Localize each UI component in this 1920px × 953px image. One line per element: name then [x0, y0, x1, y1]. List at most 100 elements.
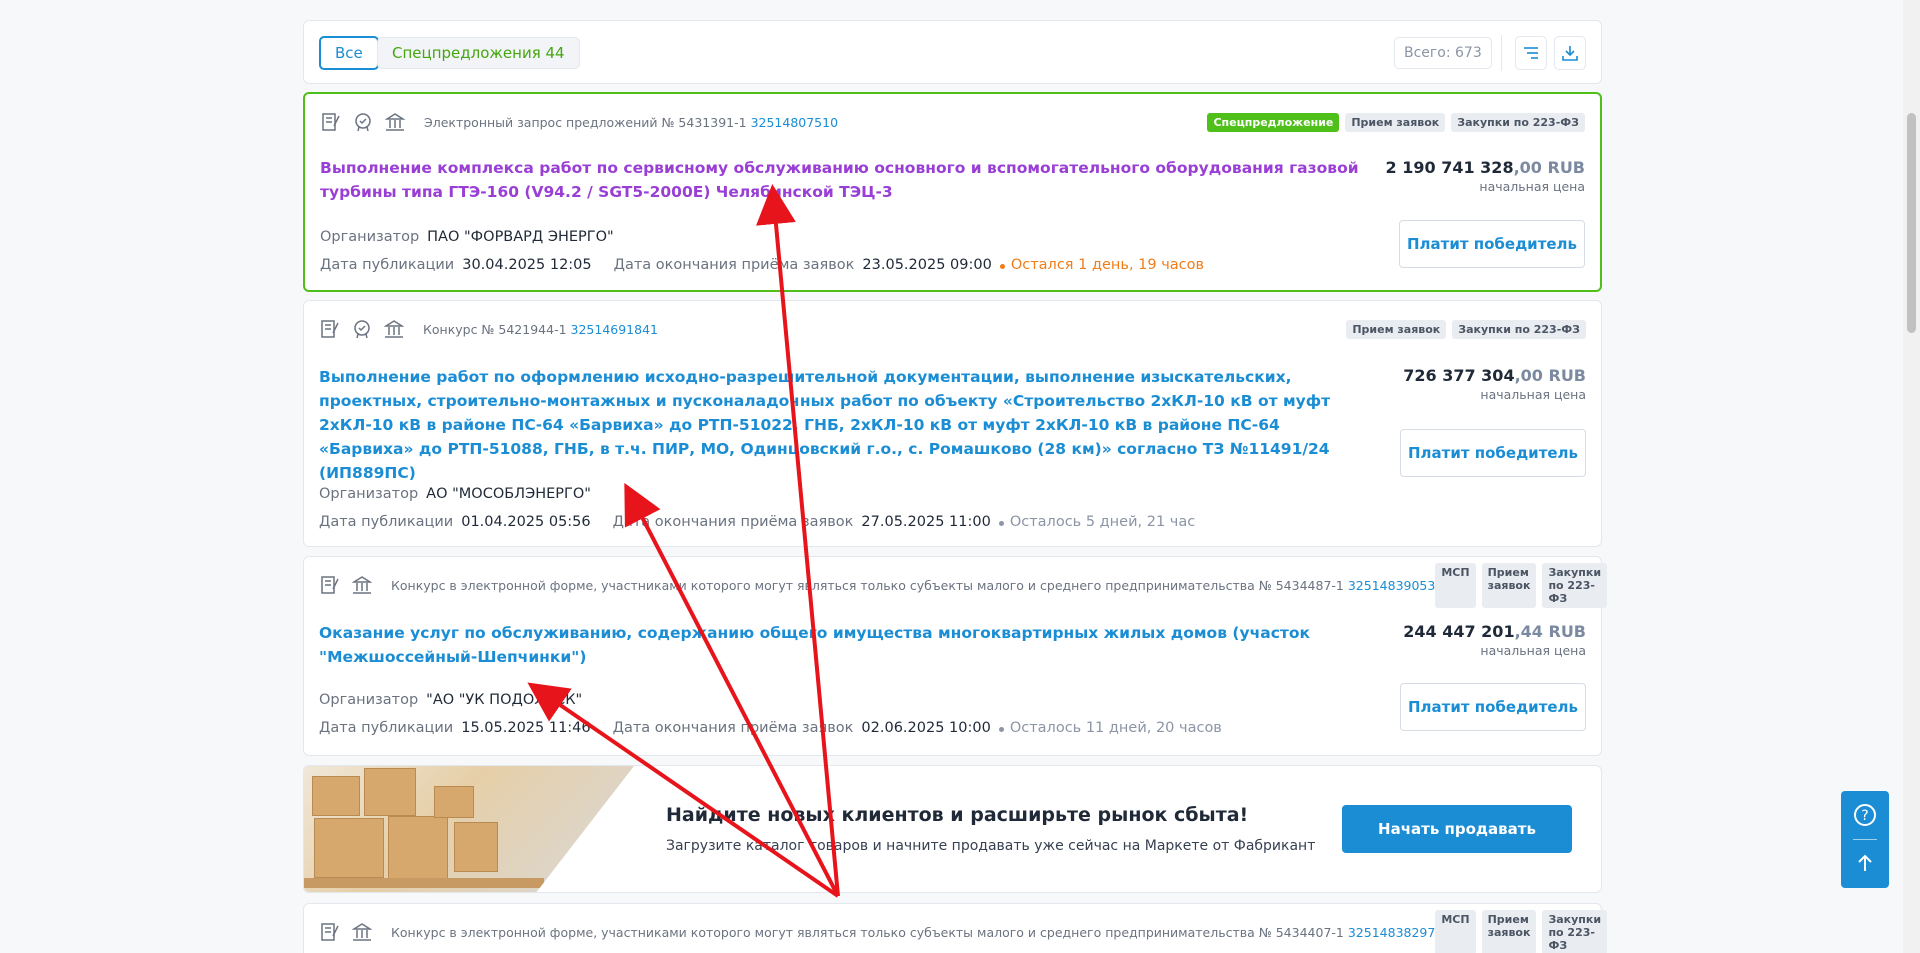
certificate-icon: [352, 111, 374, 133]
document-icon: [319, 574, 341, 596]
price-fraction: ,00 RUB: [1514, 366, 1586, 385]
registry-number-link[interactable]: 32514691841: [571, 322, 658, 337]
dates-line: Дата публикации 30.04.2025 12:05 Дата ок…: [320, 257, 1204, 273]
deadline-label: Дата окончания приёма заявок: [612, 514, 854, 530]
help-button[interactable]: ?: [1853, 803, 1877, 831]
procedure-type: Электронный запрос предложений № 5431391…: [424, 114, 747, 130]
price-label: начальная цена: [1480, 387, 1586, 402]
price-integer: 244 447 201: [1403, 622, 1515, 641]
page-scrollbar[interactable]: [1903, 0, 1920, 953]
price-integer: 2 190 741 328: [1385, 158, 1514, 177]
status-dot: [998, 727, 1004, 732]
winner-pays-button[interactable]: Платит победитель: [1399, 220, 1585, 268]
toolbar-divider: [1501, 35, 1502, 71]
tag-status: Прием заявок: [1481, 909, 1537, 953]
promo-banner: Найдите новых клиентов и расширьте рынок…: [303, 765, 1602, 893]
publication-label: Дата публикации: [320, 257, 455, 273]
scrollbar-thumb[interactable]: [1907, 113, 1916, 333]
lot-card: Электронный запрос предложений № 5431391…: [303, 92, 1602, 292]
dates-line: Дата публикации 01.04.2025 05:56 Дата ок…: [319, 514, 1195, 530]
help-panel: ?: [1841, 791, 1889, 888]
procedure-type: Конкурс № 5421944-1: [423, 321, 567, 337]
deadline-date: 23.05.2025 09:00: [862, 257, 992, 273]
organizer-name[interactable]: ПАО "ФОРВАРД ЭНЕРГО": [427, 229, 614, 245]
scroll-top-button[interactable]: [1853, 851, 1877, 879]
total-count: Всего: 673: [1394, 37, 1492, 69]
sort-icon: [1524, 47, 1538, 59]
question-icon: ?: [1854, 804, 1876, 826]
download-button[interactable]: [1554, 36, 1586, 70]
tag-status: Прием заявок: [1345, 112, 1446, 132]
organizer-line: Организатор АО "МОСОБЛЭНЕРГО": [319, 486, 605, 502]
registry-number-link[interactable]: 32514807510: [751, 115, 838, 130]
publication-date: 15.05.2025 11:46: [461, 720, 591, 736]
lot-title-link[interactable]: Выполнение комплекса работ по сервисному…: [320, 156, 1380, 204]
status-dot: [998, 521, 1004, 526]
banner-title: Найдите новых клиентов и расширьте рынок…: [666, 804, 1249, 826]
organizer-label: Организатор: [320, 229, 420, 245]
lot-price: 244 447 201,44 RUB начальная цена: [1403, 622, 1586, 658]
lot-title-link[interactable]: Выполнение работ по оформлению исходно-р…: [319, 365, 1379, 485]
procedure-type: Конкурс в электронной форме, участниками…: [391, 924, 1344, 940]
banner-subtitle: Загрузите каталог товаров и начните прод…: [666, 838, 1316, 854]
publication-label: Дата публикации: [319, 720, 454, 736]
organizer-name[interactable]: АО "МОСОБЛЭНЕРГО": [426, 486, 591, 502]
lot-card: Конкурс № 5421944-1 32514691841 Прием за…: [303, 300, 1602, 547]
download-icon: [1562, 46, 1578, 61]
organizer-name[interactable]: "АО "УК ПОДОЛЬСК": [426, 692, 582, 708]
filter-bar: Все Спецпредложения 44 Всего: 673: [303, 20, 1602, 84]
bank-icon: [384, 111, 406, 133]
arrow-up-icon: [1858, 854, 1872, 871]
procedure-type: Конкурс в электронной форме, участниками…: [391, 577, 1344, 593]
tag-special-offer: Спецпредложение: [1207, 112, 1340, 132]
document-icon: [319, 921, 341, 943]
certificate-icon: [351, 318, 373, 340]
time-remaining: Остался 1 день, 19 часов: [1010, 257, 1205, 273]
svg-text:?: ?: [1861, 808, 1868, 824]
price-integer: 726 377 304: [1403, 366, 1515, 385]
status-dot: [999, 264, 1005, 269]
bank-icon: [383, 318, 405, 340]
registry-number-link[interactable]: 32514838297: [1348, 925, 1435, 940]
winner-pays-button[interactable]: Платит победитель: [1400, 429, 1586, 477]
price-label: начальная цена: [1480, 643, 1586, 658]
bank-icon: [351, 574, 373, 596]
deadline-date: 27.05.2025 11:00: [861, 514, 991, 530]
tab-all[interactable]: Все: [319, 36, 379, 70]
tag-law: Закупки по 223-ФЗ: [1452, 319, 1586, 339]
lot-price: 726 377 304,00 RUB начальная цена: [1403, 366, 1586, 402]
price-fraction: ,44 RUB: [1514, 622, 1586, 641]
deadline-label: Дата окончания приёма заявок: [613, 257, 855, 273]
lot-header: Конкурс в электронной форме, участниками…: [319, 909, 1608, 953]
sort-button[interactable]: [1515, 36, 1547, 70]
lot-header: Электронный запрос предложений № 5431391…: [320, 110, 1585, 134]
tag-law: Закупки по 223-ФЗ: [1542, 909, 1608, 953]
lot-card: Конкурс в электронной форме, участниками…: [303, 556, 1608, 756]
document-icon: [319, 318, 341, 340]
lot-header: Конкурс в электронной форме, участниками…: [319, 562, 1608, 608]
lot-title-link[interactable]: Оказание услуг по обслуживанию, содержан…: [319, 621, 1379, 669]
time-remaining: Осталось 11 дней, 20 часов: [1009, 720, 1222, 736]
price-label: начальная цена: [1479, 179, 1585, 194]
organizer-line: Организатор ПАО "ФОРВАРД ЭНЕРГО": [320, 229, 628, 245]
publication-date: 30.04.2025 12:05: [462, 257, 592, 273]
tag-msp: МСП: [1435, 562, 1476, 608]
deadline-label: Дата окончания приёма заявок: [612, 720, 854, 736]
organizer-label: Организатор: [319, 692, 419, 708]
tag-law: Закупки по 223-ФЗ: [1542, 562, 1608, 608]
lot-card: Конкурс в электронной форме, участниками…: [303, 903, 1608, 953]
tab-special-offers[interactable]: Спецпредложения 44: [377, 37, 580, 69]
dates-line: Дата публикации 15.05.2025 11:46 Дата ок…: [319, 720, 1222, 736]
document-icon: [320, 111, 342, 133]
start-selling-button[interactable]: Начать продавать: [1342, 805, 1572, 853]
publication-date: 01.04.2025 05:56: [461, 514, 591, 530]
tag-status: Прием заявок: [1481, 562, 1537, 608]
lot-header: Конкурс № 5421944-1 32514691841 Прием за…: [319, 317, 1586, 341]
publication-label: Дата публикации: [319, 514, 454, 530]
winner-pays-button[interactable]: Платит победитель: [1400, 683, 1586, 731]
tag-status: Прием заявок: [1346, 319, 1447, 339]
tag-law: Закупки по 223-ФЗ: [1451, 112, 1585, 132]
registry-number-link[interactable]: 32514839053: [1348, 578, 1435, 593]
warehouse-boxes-image: [304, 766, 634, 892]
organizer-label: Организатор: [319, 486, 419, 502]
